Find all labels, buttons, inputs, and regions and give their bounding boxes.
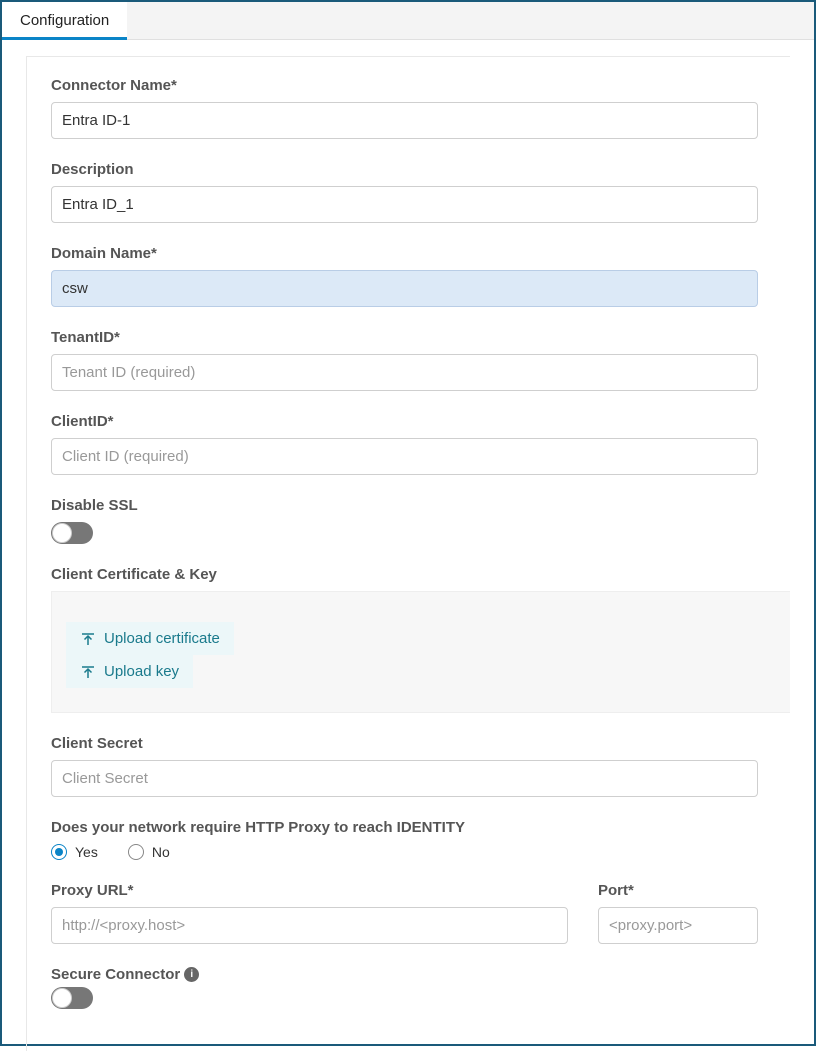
secure-connector-label: Secure Connector	[51, 966, 180, 983]
form-content: Connector Name* Description Domain Name*…	[26, 56, 790, 1051]
proxy-radio-no[interactable]: No	[128, 844, 170, 860]
tab-bar: Configuration	[2, 2, 814, 40]
field-connector-name: Connector Name*	[51, 77, 790, 139]
field-domain-name: Domain Name*	[51, 245, 790, 307]
proxy-url-input[interactable]	[51, 907, 568, 944]
client-secret-label: Client Secret	[51, 735, 758, 752]
disable-ssl-toggle[interactable]	[51, 522, 93, 544]
upload-key-button[interactable]: Upload key	[66, 655, 193, 688]
field-port: Port*	[598, 882, 758, 944]
field-cert-key: Client Certificate & Key Upload certific…	[51, 566, 790, 713]
upload-certificate-button[interactable]: Upload certificate	[66, 622, 234, 655]
disable-ssl-label: Disable SSL	[51, 497, 758, 514]
proxy-no-label: No	[152, 844, 170, 860]
proxy-row: Proxy URL* Port*	[51, 882, 790, 966]
port-input[interactable]	[598, 907, 758, 944]
client-secret-input[interactable]	[51, 760, 758, 797]
cert-key-label: Client Certificate & Key	[51, 566, 790, 583]
field-secure-connector: Secure Connector i	[51, 966, 790, 1009]
field-tenant-id: TenantID*	[51, 329, 790, 391]
proxy-yes-label: Yes	[75, 844, 98, 860]
domain-name-input[interactable]	[51, 270, 758, 307]
field-disable-ssl: Disable SSL	[51, 497, 790, 544]
field-description: Description	[51, 161, 790, 223]
field-proxy-question: Does your network require HTTP Proxy to …	[51, 819, 790, 860]
radio-dot	[55, 848, 63, 856]
description-input[interactable]	[51, 186, 758, 223]
tenant-id-label: TenantID*	[51, 329, 758, 346]
client-id-label: ClientID*	[51, 413, 758, 430]
toggle-knob	[52, 523, 72, 543]
upload-icon	[80, 631, 96, 647]
domain-name-label: Domain Name*	[51, 245, 758, 262]
client-id-input[interactable]	[51, 438, 758, 475]
upload-key-label: Upload key	[104, 663, 179, 680]
proxy-url-label: Proxy URL*	[51, 882, 568, 899]
port-label: Port*	[598, 882, 758, 899]
field-client-id: ClientID*	[51, 413, 790, 475]
description-label: Description	[51, 161, 758, 178]
connector-name-label: Connector Name*	[51, 77, 758, 94]
tab-configuration[interactable]: Configuration	[2, 2, 127, 39]
secure-connector-toggle[interactable]	[51, 987, 93, 1009]
radio-circle	[51, 844, 67, 860]
proxy-radio-group: Yes No	[51, 844, 758, 860]
cert-box: Upload certificate Upload key	[51, 591, 790, 713]
connector-name-input[interactable]	[51, 102, 758, 139]
upload-icon	[80, 664, 96, 680]
info-icon[interactable]: i	[184, 967, 199, 982]
proxy-radio-yes[interactable]: Yes	[51, 844, 98, 860]
radio-circle	[128, 844, 144, 860]
proxy-question-label: Does your network require HTTP Proxy to …	[51, 819, 758, 836]
toggle-knob	[52, 988, 72, 1008]
upload-certificate-label: Upload certificate	[104, 630, 220, 647]
tenant-id-input[interactable]	[51, 354, 758, 391]
field-client-secret: Client Secret	[51, 735, 790, 797]
field-proxy-url: Proxy URL*	[51, 882, 568, 944]
